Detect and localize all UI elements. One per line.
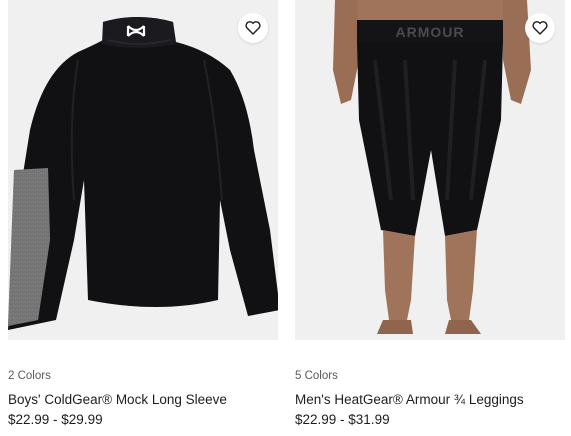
long-sleeve-shirt-image (8, 17, 278, 330)
product-name[interactable]: Men's HeatGear® Armour ¾ Leggings (295, 392, 524, 407)
heart-outline-icon (532, 21, 548, 35)
product-price: $22.99 - $31.99 (295, 412, 390, 427)
favorite-button[interactable] (525, 13, 555, 43)
waistband-text: ARMOUR (396, 24, 465, 40)
leggings-image: ARMOUR (333, 0, 531, 334)
product-image[interactable] (8, 0, 278, 340)
favorite-button[interactable] (238, 13, 268, 43)
product-image[interactable]: ARMOUR (295, 0, 565, 340)
product-card[interactable]: ARMOUR 5 Colors Men's HeatGear® Armour ¾… (295, 0, 565, 427)
color-count: 5 Colors (295, 370, 338, 382)
product-card[interactable]: 2 Colors Boys' ColdGear® Mock Long Sleev… (8, 0, 278, 427)
heart-outline-icon (245, 21, 261, 35)
color-count: 2 Colors (8, 370, 51, 382)
product-price: $22.99 - $29.99 (8, 412, 103, 427)
product-name[interactable]: Boys' ColdGear® Mock Long Sleeve (8, 392, 227, 407)
